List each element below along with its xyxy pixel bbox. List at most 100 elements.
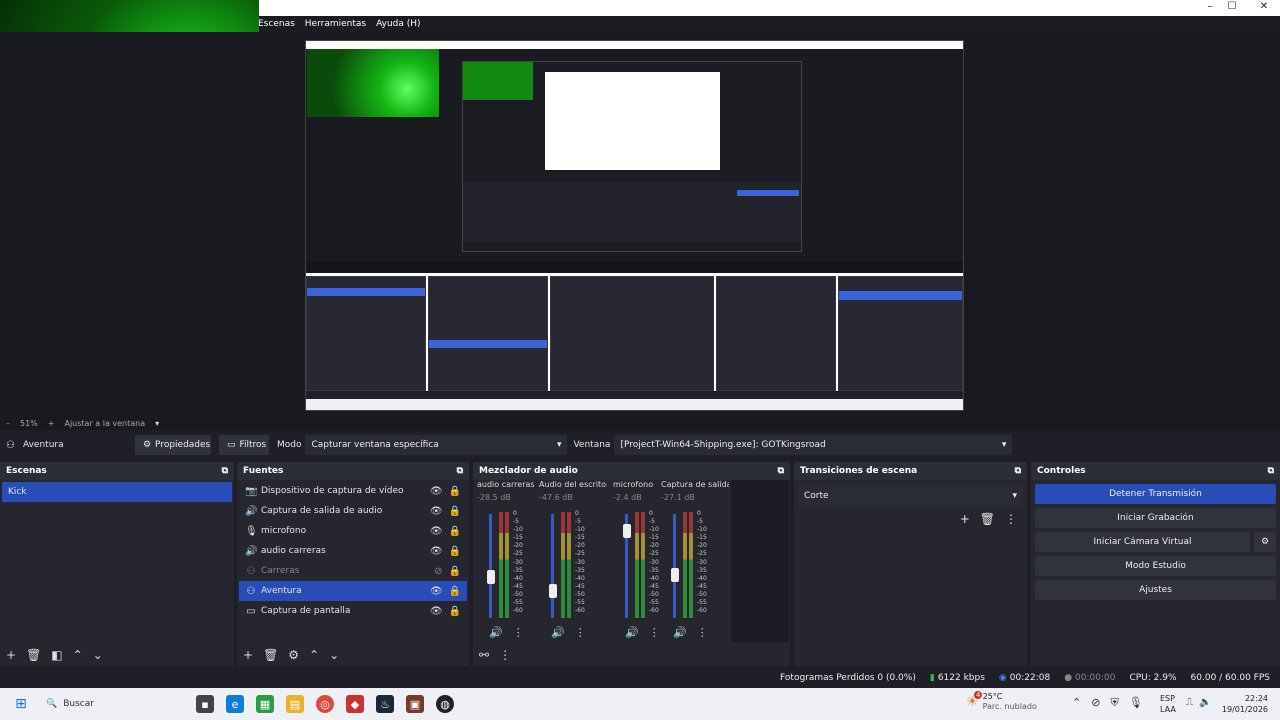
steam-icon[interactable]: ♨ xyxy=(376,695,394,713)
speaker-icon[interactable]: 🔊 xyxy=(625,626,639,639)
taskbar-search[interactable]: 🔍 Buscar xyxy=(40,692,190,716)
folder-icon[interactable]: ▤ xyxy=(286,695,304,713)
task-view-icon[interactable]: ▪ xyxy=(196,695,214,713)
lock-icon[interactable]: 🔒 xyxy=(449,606,461,617)
more-menu-icon[interactable]: ⋮ xyxy=(1005,512,1017,526)
volume-icon[interactable]: 🔈 xyxy=(1199,697,1211,708)
volume-fader-knob[interactable] xyxy=(623,524,631,538)
source-item-hidden[interactable]: ⚇ Carreras ⊘ 🔒 xyxy=(239,561,467,581)
volume-fader-track[interactable] xyxy=(489,514,492,618)
arrow-up-icon[interactable]: ⌃ xyxy=(73,648,83,662)
microphone-icon[interactable]: 🎙 xyxy=(1129,696,1143,710)
arrow-down-icon[interactable]: ⌄ xyxy=(329,648,339,662)
menu-ayuda[interactable]: Ayuda (H) xyxy=(376,19,420,29)
gear-icon[interactable]: ⚙ xyxy=(288,648,299,662)
eye-icon[interactable]: 👁 xyxy=(430,526,443,537)
virtual-camera-settings-button[interactable]: ⚙ xyxy=(1254,532,1276,552)
add-icon[interactable]: + xyxy=(243,648,253,662)
menu-herramientas[interactable]: Herramientas xyxy=(305,19,366,29)
preview-canvas[interactable] xyxy=(305,40,964,411)
chevron-down-icon[interactable]: ▾ xyxy=(155,419,159,428)
undock-icon[interactable]: ⧉ xyxy=(222,466,228,476)
weather-widget[interactable]: ☀ 4 25°C Parc. nublado xyxy=(966,691,1037,712)
lock-icon[interactable]: 🔒 xyxy=(449,506,461,517)
speaker-icon[interactable]: 🔊 xyxy=(673,626,687,639)
window-select[interactable]: [ProjectT-Win64-Shipping.exe]: GOTKingsr… xyxy=(614,435,1013,455)
start-virtual-camera-button[interactable]: Iniciar Cámara Virtual xyxy=(1035,532,1250,552)
add-icon[interactable]: + xyxy=(6,648,16,662)
eye-icon[interactable]: 👁 xyxy=(430,546,443,557)
trash-icon[interactable]: 🗑 xyxy=(263,648,278,662)
filters-button[interactable]: ▭ Filtros xyxy=(218,435,269,455)
start-recording-button[interactable]: Iniciar Grabación xyxy=(1035,508,1276,528)
zoom-out-button[interactable]: – xyxy=(6,419,10,428)
eye-icon[interactable]: 👁 xyxy=(430,586,443,597)
source-item[interactable]: ▭ Captura de pantalla 👁 🔒 xyxy=(239,601,467,621)
more-menu-icon[interactable]: ⋮ xyxy=(499,648,511,662)
app-red-icon[interactable]: ◆ xyxy=(346,695,364,713)
stop-streaming-button[interactable]: Detener Transmisión xyxy=(1035,484,1276,504)
trash-icon[interactable]: 🗑 xyxy=(26,648,41,662)
undock-icon[interactable]: ⧉ xyxy=(1015,466,1021,476)
speaker-icon[interactable]: 🔊 xyxy=(489,626,503,639)
edge-icon[interactable]: e xyxy=(226,695,244,713)
eye-icon[interactable]: 👁 xyxy=(430,486,443,497)
volume-fader-knob[interactable] xyxy=(671,568,679,582)
lock-icon[interactable]: 🔒 xyxy=(449,526,461,537)
maximize-button[interactable]: ☐ xyxy=(1222,1,1242,12)
volume-fader-knob[interactable] xyxy=(549,584,557,598)
lock-icon[interactable]: 🔒 xyxy=(449,486,461,497)
arrow-down-icon[interactable]: ⌄ xyxy=(93,648,103,662)
volume-fader-knob[interactable] xyxy=(487,570,495,584)
source-item[interactable]: 🔊 Captura de salida de audio 👁 🔒 xyxy=(239,501,467,521)
volume-fader-track[interactable] xyxy=(551,514,554,618)
properties-button[interactable]: ⚙ Propiedades xyxy=(134,435,211,455)
language-indicator[interactable]: ESP LAA xyxy=(1160,693,1176,715)
more-menu-icon[interactable]: ⋮ xyxy=(513,626,524,639)
lock-icon[interactable]: 🔒 xyxy=(449,546,461,557)
more-menu-icon[interactable]: ⋮ xyxy=(575,626,586,639)
minimize-button[interactable]: – xyxy=(1200,1,1220,12)
menu-escenas[interactable]: Escenas xyxy=(258,19,295,29)
game-icon[interactable]: ▣ xyxy=(406,695,424,713)
arrow-up-icon[interactable]: ⌃ xyxy=(309,648,319,662)
source-item[interactable]: 📷 Dispositivo de captura de vídeo 👁 🔒 xyxy=(239,481,467,501)
filter-icon[interactable]: ◧ xyxy=(51,648,62,662)
eye-off-icon[interactable]: ⊘ xyxy=(434,566,442,577)
eye-icon[interactable]: 👁 xyxy=(430,506,443,517)
obs-icon[interactable]: ◍ xyxy=(436,695,454,713)
chrome-icon[interactable]: ◎ xyxy=(316,695,334,713)
chevron-up-icon[interactable]: ⌃ xyxy=(1072,696,1081,710)
studio-mode-button[interactable]: Modo Estudio xyxy=(1035,556,1276,576)
trash-icon[interactable]: 🗑 xyxy=(980,512,995,526)
lock-icon[interactable]: 🔒 xyxy=(449,566,461,577)
close-button[interactable]: ✕ xyxy=(1254,1,1274,12)
speaker-icon[interactable]: 🔊 xyxy=(551,626,565,639)
source-item[interactable]: 🎙 microfono 👁 🔒 xyxy=(239,521,467,541)
scene-item-kick[interactable]: Kick xyxy=(2,482,232,502)
clock[interactable]: 22:24 19/01/2026 xyxy=(1218,693,1268,715)
fit-to-window-label[interactable]: Ajustar a la ventana xyxy=(64,419,145,428)
link-icon[interactable]: ⚯ xyxy=(479,648,489,662)
lock-icon[interactable]: 🔒 xyxy=(449,586,461,597)
zoom-in-button[interactable]: + xyxy=(48,419,55,428)
shield-icon[interactable]: ⛨ xyxy=(1110,696,1118,710)
transition-select[interactable]: Corte ▾ xyxy=(798,486,1023,506)
more-menu-icon[interactable]: ⋮ xyxy=(697,626,708,639)
mode-select[interactable]: Capturar ventana específica ▾ xyxy=(305,435,568,455)
undock-icon[interactable]: ⧉ xyxy=(1268,466,1274,476)
store-icon[interactable]: ▦ xyxy=(256,695,274,713)
eye-icon[interactable]: 👁 xyxy=(430,606,443,617)
zoom-bar: – 51% + Ajustar a la ventana ▾ xyxy=(0,416,1280,430)
windows-start-icon[interactable]: ⊞ xyxy=(12,695,30,713)
settings-button[interactable]: Ajustes xyxy=(1035,580,1276,600)
source-item-selected[interactable]: ⚇ Aventura 👁 🔒 xyxy=(239,581,467,601)
network-icon[interactable]: ⎍ xyxy=(1186,697,1193,708)
network-off-icon[interactable]: ⊘ xyxy=(1091,696,1100,710)
add-icon[interactable]: + xyxy=(960,512,970,526)
more-menu-icon[interactable]: ⋮ xyxy=(649,626,660,639)
source-item[interactable]: 🔊 audio carreras 👁 🔒 xyxy=(239,541,467,561)
undock-icon[interactable]: ⧉ xyxy=(457,466,463,476)
volume-fader-track[interactable] xyxy=(673,514,676,618)
undock-icon[interactable]: ⧉ xyxy=(778,466,784,476)
